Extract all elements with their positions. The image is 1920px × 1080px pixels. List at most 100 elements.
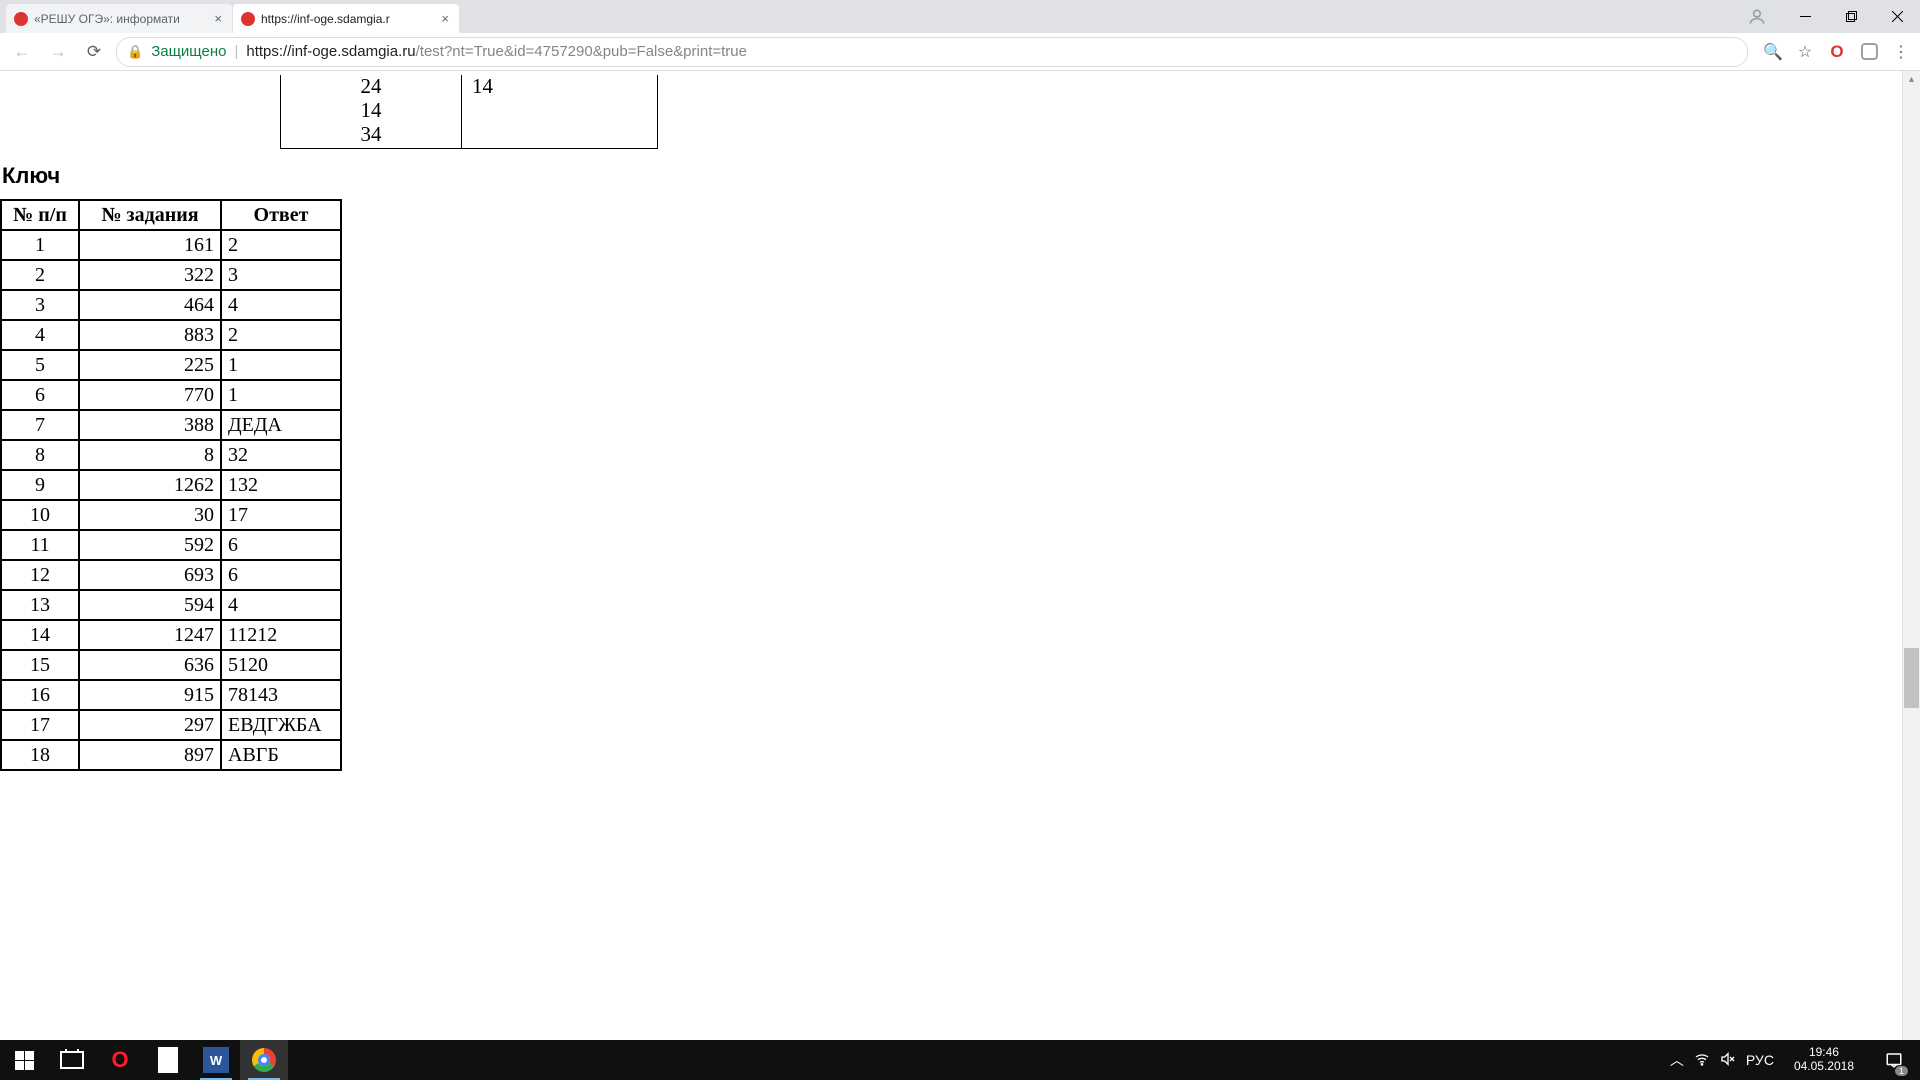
extension-icon[interactable] — [1858, 41, 1880, 63]
cell-index: 8 — [1, 440, 79, 470]
favicon-icon — [241, 12, 255, 26]
cell-index: 15 — [1, 650, 79, 680]
cell-task-id: 322 — [79, 260, 221, 290]
close-window-button[interactable] — [1874, 0, 1920, 33]
maximize-button[interactable] — [1828, 0, 1874, 33]
cell-task-id: 388 — [79, 410, 221, 440]
cell-answer: 4 — [221, 290, 341, 320]
cell-answer: 17 — [221, 500, 341, 530]
toolbar: ← → ⟳ 🔒 Защищено | https://inf-oge.sdamg… — [0, 33, 1920, 71]
fragment-left-cell: 24 14 34 — [281, 72, 462, 149]
cell-task-id: 770 — [79, 380, 221, 410]
cell-task-id: 8 — [79, 440, 221, 470]
scrollbar-up-button[interactable]: ▴ — [1902, 71, 1920, 88]
taskbar-clock[interactable]: 19:46 04.05.2018 — [1786, 1046, 1862, 1074]
cell-index: 12 — [1, 560, 79, 590]
scrollbar-track[interactable] — [1902, 88, 1920, 1041]
cell-index: 6 — [1, 380, 79, 410]
browser-tab-1[interactable]: https://inf-oge.sdamgia.r × — [233, 4, 459, 33]
close-icon[interactable]: × — [212, 11, 224, 26]
scrollbar-thumb[interactable] — [1904, 648, 1919, 708]
cell-task-id: 883 — [79, 320, 221, 350]
cell-index: 7 — [1, 410, 79, 440]
tab-strip: «РЕШУ ОГЭ»: информати × https://inf-oge.… — [0, 0, 1920, 33]
close-icon[interactable]: × — [439, 11, 451, 26]
action-center-button[interactable]: 1 — [1874, 1040, 1914, 1080]
answer-key-table: № п/п № задания Ответ 116122322334644488… — [0, 199, 342, 771]
table-row: 126936 — [1, 560, 341, 590]
fragment-table: 24 14 34 14 — [280, 71, 658, 149]
cell-answer: 78143 — [221, 680, 341, 710]
taskbar-app-notepad[interactable] — [144, 1040, 192, 1080]
table-row: 103017 — [1, 500, 341, 530]
task-view-button[interactable] — [48, 1040, 96, 1080]
bookmark-star-icon[interactable]: ☆ — [1794, 41, 1816, 63]
cell-answer: 5120 — [221, 650, 341, 680]
lock-icon: 🔒 — [127, 44, 143, 60]
tray-chevron-up-icon[interactable]: ︿ — [1670, 1050, 1684, 1070]
extension-opera-icon[interactable]: O — [1826, 41, 1848, 63]
system-tray[interactable]: ︿ РУС — [1670, 1050, 1774, 1070]
taskbar-app-word[interactable]: W — [192, 1040, 240, 1080]
cell-answer: 2 — [221, 320, 341, 350]
cell-index: 18 — [1, 740, 79, 770]
profile-icon[interactable] — [1740, 7, 1774, 27]
cell-task-id: 636 — [79, 650, 221, 680]
cell-answer: 3 — [221, 260, 341, 290]
address-bar[interactable]: 🔒 Защищено | https://inf-oge.sdamgia.ru/… — [116, 37, 1748, 67]
cell-task-id: 225 — [79, 350, 221, 380]
section-title-key: Ключ — [2, 163, 60, 189]
table-row: 18897АВГБ — [1, 740, 341, 770]
cell-answer: 1 — [221, 380, 341, 410]
taskbar-app-chrome[interactable] — [240, 1040, 288, 1080]
url-text: https://inf-oge.sdamgia.ru/test?nt=True&… — [246, 43, 747, 60]
back-button[interactable]: ← — [8, 38, 36, 66]
taskbar-app-opera[interactable]: O — [96, 1040, 144, 1080]
secure-label: Защищено — [151, 43, 226, 60]
reload-button[interactable]: ⟳ — [80, 38, 108, 66]
cell-answer: 6 — [221, 560, 341, 590]
table-row: 48832 — [1, 320, 341, 350]
forward-button[interactable]: → — [44, 38, 72, 66]
table-row: 1691578143 — [1, 680, 341, 710]
tab-title: «РЕШУ ОГЭ»: информати — [34, 12, 206, 26]
cell-task-id: 1262 — [79, 470, 221, 500]
taskbar-left: O W — [0, 1040, 288, 1080]
favicon-icon — [14, 12, 28, 26]
volume-muted-icon[interactable] — [1720, 1051, 1736, 1070]
menu-icon[interactable]: ⋮ — [1890, 41, 1912, 63]
cell-answer: ДЕДА — [221, 410, 341, 440]
cell-answer: 2 — [221, 230, 341, 260]
wifi-icon[interactable] — [1694, 1051, 1710, 1070]
cell-task-id: 693 — [79, 560, 221, 590]
cell-answer: АВГБ — [221, 740, 341, 770]
cell-index: 11 — [1, 530, 79, 560]
start-button[interactable] — [0, 1040, 48, 1080]
cell-task-id: 30 — [79, 500, 221, 530]
input-language[interactable]: РУС — [1746, 1052, 1774, 1068]
cell-task-id: 594 — [79, 590, 221, 620]
cell-answer: 1 — [221, 350, 341, 380]
minimize-button[interactable] — [1782, 0, 1828, 33]
cell-index: 4 — [1, 320, 79, 350]
fragment-right-cell: 14 — [462, 72, 658, 149]
table-row: 8832 — [1, 440, 341, 470]
cell-task-id: 464 — [79, 290, 221, 320]
cell-index: 10 — [1, 500, 79, 530]
toolbar-right: 🔍 ☆ O ⋮ — [1762, 41, 1912, 63]
windows-taskbar: O W ︿ РУС 19:46 04.05.2018 1 — [0, 1040, 1920, 1080]
cell-task-id: 297 — [79, 710, 221, 740]
col-header-task: № задания — [79, 200, 221, 230]
cell-index: 16 — [1, 680, 79, 710]
table-row: 156365120 — [1, 650, 341, 680]
table-row: 23223 — [1, 260, 341, 290]
cell-index: 5 — [1, 350, 79, 380]
cell-task-id: 897 — [79, 740, 221, 770]
browser-tab-0[interactable]: «РЕШУ ОГЭ»: информати × — [6, 4, 232, 33]
cell-task-id: 592 — [79, 530, 221, 560]
cell-answer: 11212 — [221, 620, 341, 650]
tab-title: https://inf-oge.sdamgia.r — [261, 12, 433, 26]
cell-index: 14 — [1, 620, 79, 650]
cell-answer: ЕВДГЖБА — [221, 710, 341, 740]
zoom-icon[interactable]: 🔍 — [1762, 41, 1784, 63]
